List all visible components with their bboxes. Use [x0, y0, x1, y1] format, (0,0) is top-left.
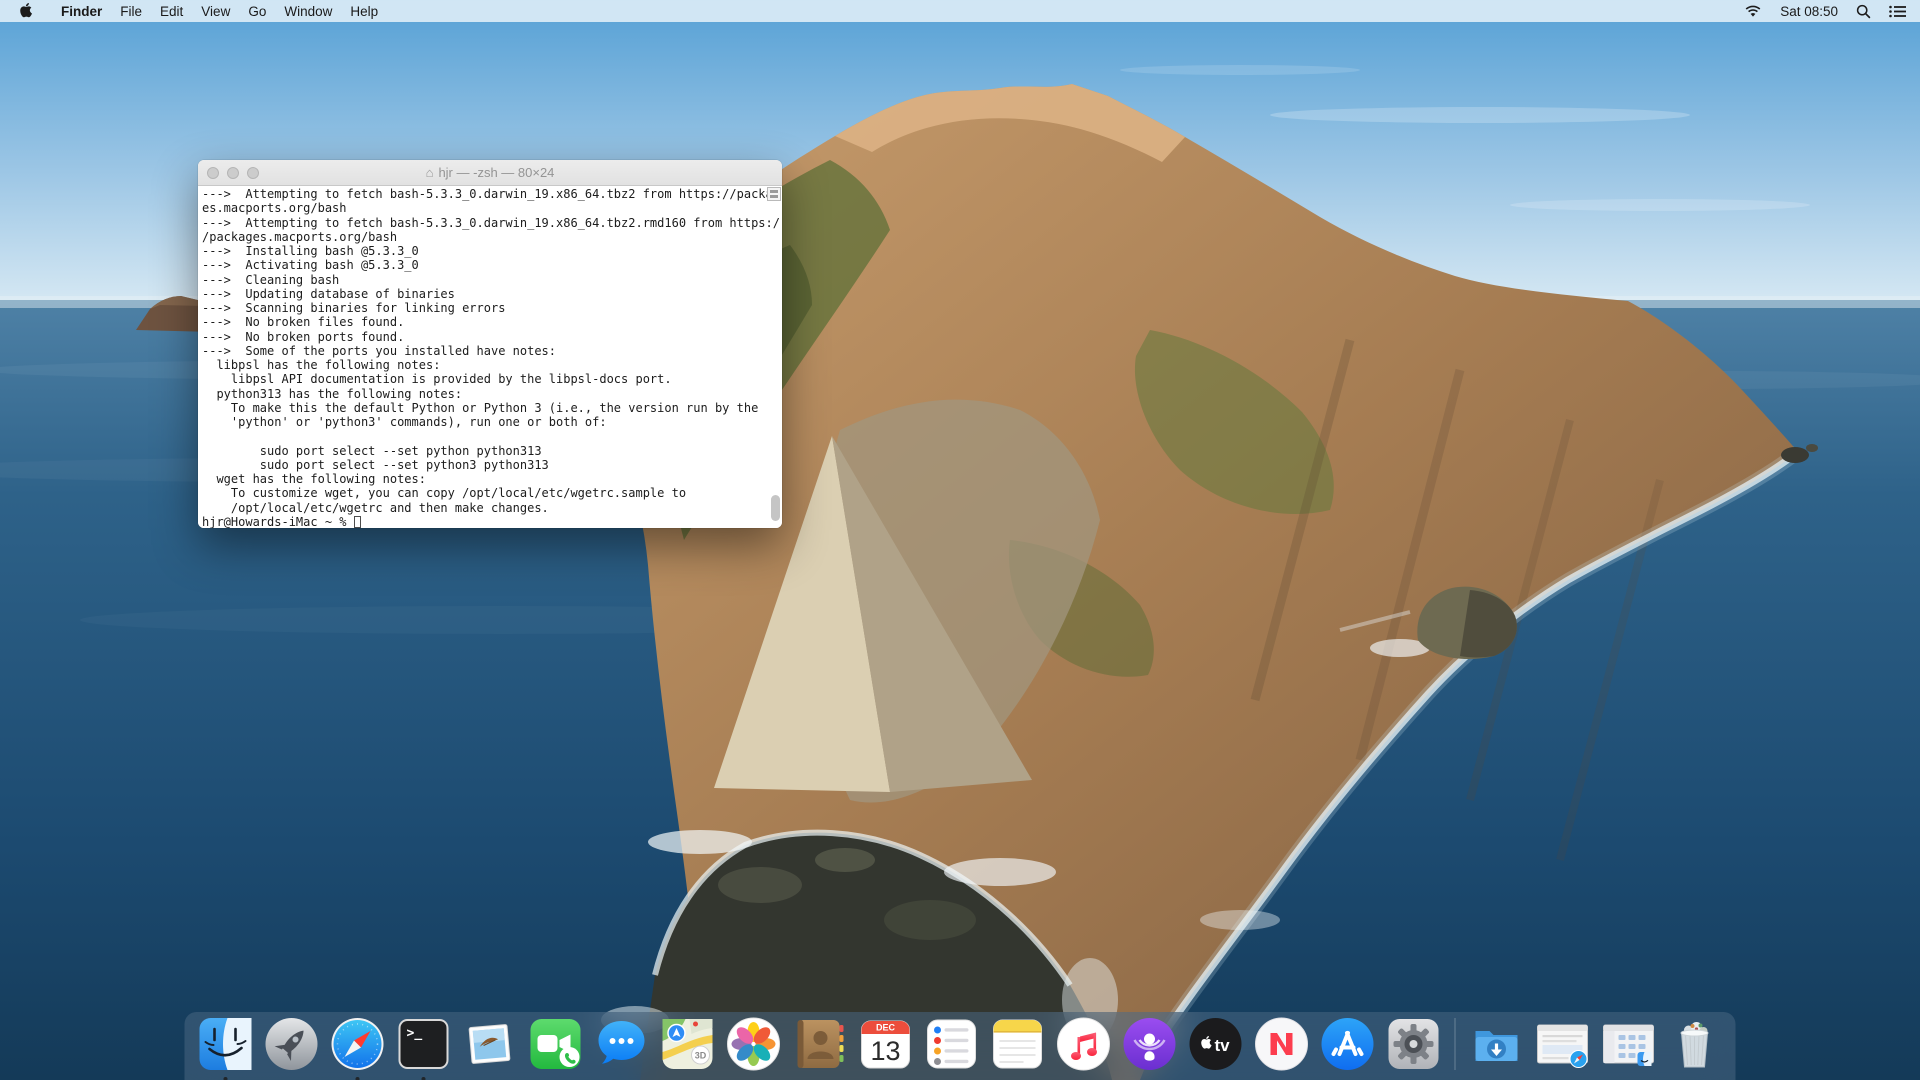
mail-icon — [462, 1016, 518, 1072]
minimized-finder-window-icon — [1601, 1016, 1657, 1072]
news-icon — [1254, 1016, 1310, 1072]
maps-icon: 3D — [660, 1016, 716, 1072]
scrollbar-thumb[interactable] — [771, 495, 780, 521]
notification-center-menu[interactable] — [1880, 0, 1920, 22]
dock-item-system-preferences[interactable] — [1381, 1016, 1447, 1080]
minimized-safari-window-icon — [1535, 1016, 1591, 1072]
dock-item-facetime[interactable] — [523, 1016, 589, 1080]
reminders-icon — [924, 1016, 980, 1072]
menu-item-window[interactable]: Window — [275, 0, 341, 22]
menu-item-edit[interactable]: Edit — [151, 0, 192, 22]
apple-menu[interactable] — [0, 0, 52, 22]
close-button[interactable] — [207, 167, 219, 179]
terminal-icon: >_ — [396, 1016, 452, 1072]
launchpad-icon — [264, 1016, 320, 1072]
dock-item-music[interactable] — [1051, 1016, 1117, 1080]
terminal-title-bar[interactable]: ⌂ hjr — -zsh — 80×24 — [198, 160, 782, 186]
dock-item-news[interactable] — [1249, 1016, 1315, 1080]
minimize-button[interactable] — [227, 167, 239, 179]
spotlight-menu[interactable] — [1847, 0, 1880, 22]
dock-item-messages[interactable] — [589, 1016, 655, 1080]
window-title: ⌂ hjr — -zsh — 80×24 — [198, 165, 782, 180]
calendar-icon: DEC 13 — [858, 1016, 914, 1072]
window-title-text: hjr — -zsh — 80×24 — [438, 165, 554, 180]
home-folder-icon: ⌂ — [426, 165, 434, 180]
podcasts-icon — [1122, 1016, 1178, 1072]
dock-item-calendar[interactable]: DEC 13 — [853, 1016, 919, 1080]
dock-item-tv[interactable]: tv — [1183, 1016, 1249, 1080]
dock-item-trash-full[interactable] — [1662, 1016, 1728, 1080]
split-pane-button[interactable] — [767, 187, 781, 201]
contacts-icon — [792, 1016, 848, 1072]
dock-item-photos[interactable] — [721, 1016, 787, 1080]
dock-item-minimized-finder-window[interactable] — [1596, 1016, 1662, 1080]
safari-icon — [330, 1016, 386, 1072]
svg-text:3D: 3D — [695, 1051, 707, 1061]
terminal-output: ---> Attempting to fetch bash-5.3.3_0.da… — [198, 186, 782, 515]
svg-text:DEC: DEC — [876, 1023, 896, 1033]
menu-item-help[interactable]: Help — [341, 0, 387, 22]
dock-separator — [1455, 1018, 1456, 1070]
dock-item-safari[interactable] — [325, 1016, 391, 1080]
list-icon — [1889, 5, 1906, 18]
dock: >_ — [185, 1012, 1736, 1080]
dock-item-mail[interactable] — [457, 1016, 523, 1080]
dock-item-finder[interactable] — [193, 1016, 259, 1080]
trash-full-icon — [1667, 1016, 1723, 1072]
facetime-icon — [528, 1016, 584, 1072]
dock-item-terminal[interactable]: >_ — [391, 1016, 457, 1080]
wifi-menu[interactable] — [1735, 0, 1771, 22]
photos-icon — [726, 1016, 782, 1072]
terminal-prompt-line: hjr@Howards-iMac ~ % — [198, 515, 782, 528]
downloads-folder-icon — [1469, 1016, 1525, 1072]
music-icon — [1056, 1016, 1112, 1072]
wifi-icon — [1744, 4, 1762, 18]
apple-tv-icon: tv — [1188, 1016, 1244, 1072]
menu-bar: Finder File Edit View Go Window Help Sat… — [0, 0, 1920, 22]
terminal-prompt: hjr@Howards-iMac ~ % — [202, 515, 354, 528]
notes-icon — [990, 1016, 1046, 1072]
terminal-content[interactable]: ---> Attempting to fetch bash-5.3.3_0.da… — [198, 186, 782, 528]
zoom-button[interactable] — [247, 167, 259, 179]
dock-item-maps[interactable]: 3D — [655, 1016, 721, 1080]
dock-item-app-store[interactable] — [1315, 1016, 1381, 1080]
system-preferences-icon — [1386, 1016, 1442, 1072]
search-icon — [1856, 4, 1871, 19]
svg-text:13: 13 — [870, 1036, 900, 1066]
dock-item-minimized-safari-window[interactable] — [1530, 1016, 1596, 1080]
dock-item-reminders[interactable] — [919, 1016, 985, 1080]
terminal-cursor — [354, 516, 361, 528]
dock-item-notes[interactable] — [985, 1016, 1051, 1080]
app-store-icon — [1320, 1016, 1376, 1072]
dock-item-contacts[interactable] — [787, 1016, 853, 1080]
apple-logo-icon — [20, 3, 34, 19]
messages-icon — [594, 1016, 650, 1072]
svg-text:>_: >_ — [407, 1026, 423, 1041]
terminal-window[interactable]: ⌂ hjr — -zsh — 80×24 ---> Attempting to … — [198, 160, 782, 528]
dock-item-downloads-folder[interactable] — [1464, 1016, 1530, 1080]
dock-item-launchpad[interactable] — [259, 1016, 325, 1080]
menu-item-go[interactable]: Go — [239, 0, 275, 22]
menu-item-view[interactable]: View — [192, 0, 239, 22]
menu-item-finder[interactable]: Finder — [52, 0, 111, 22]
dock-item-podcasts[interactable] — [1117, 1016, 1183, 1080]
menu-item-file[interactable]: File — [111, 0, 151, 22]
desktop: Finder File Edit View Go Window Help Sat… — [0, 0, 1920, 1080]
menu-bar-clock[interactable]: Sat 08:50 — [1771, 0, 1847, 22]
finder-icon — [198, 1016, 254, 1072]
svg-text:tv: tv — [1215, 1036, 1231, 1055]
